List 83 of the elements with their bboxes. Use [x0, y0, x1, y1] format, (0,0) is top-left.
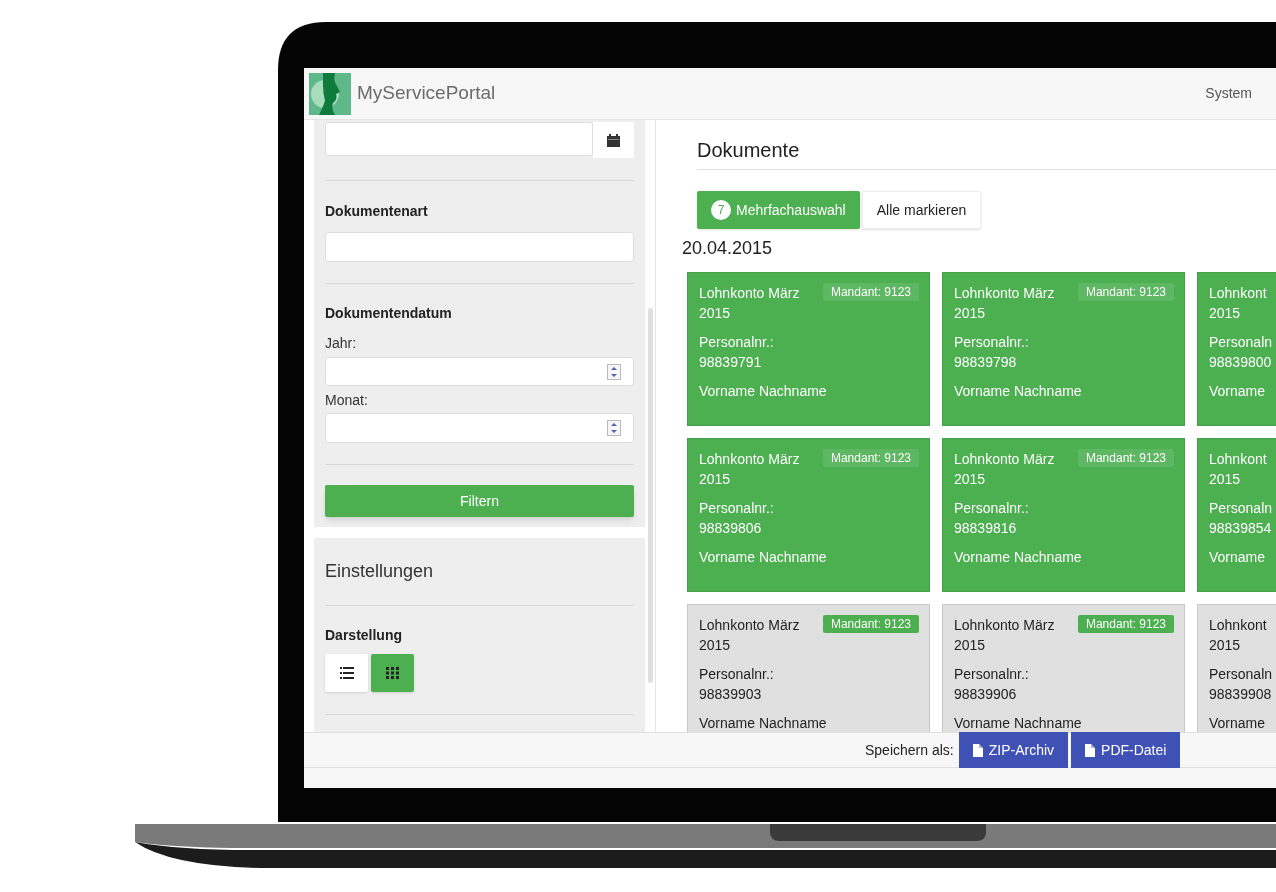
employee-name: Vorname	[1209, 714, 1267, 733]
personnel-number: 98839903	[699, 685, 763, 704]
year-field[interactable]	[325, 356, 634, 387]
field-label: Darstellung	[325, 626, 403, 645]
personnel-label: Personalnr.:	[699, 333, 775, 352]
personnel-number: 98839906	[954, 685, 1018, 704]
grid-view-button[interactable]	[371, 654, 414, 692]
menu-item[interactable]: System	[1205, 83, 1252, 104]
document-title: Lohnkonto März 2015	[699, 450, 801, 489]
page-title: Dokumente	[697, 138, 801, 162]
file-icon	[1085, 743, 1096, 757]
employee-name: Vorname Nachname	[699, 714, 828, 733]
field-label: Dokumentenart	[325, 202, 429, 221]
document-card[interactable]: Lohnkonto März 2015 Mandant: 9123 Personalnr.: 98839791 Vorname Nachname	[687, 272, 930, 426]
month-field[interactable]	[325, 413, 634, 443]
save-button[interactable]: ZIP-Archiv	[958, 732, 1069, 768]
date-heading: 20.04.2015	[682, 237, 774, 260]
document-card[interactable]: Lohnkonto März 2015 Mandant: 9123 Personalnr.: 98839906 Vorname Nachname	[942, 604, 1185, 733]
document-card[interactable]: Lohnkont 2015 Personaln 98839908 Vorname	[1197, 604, 1276, 733]
save-button[interactable]: PDF-Datei	[1071, 732, 1181, 768]
personnel-label: Personalnr.:	[699, 665, 775, 684]
employee-name: Vorname Nachname	[954, 548, 1083, 567]
document-card[interactable]: Lohnkonto März 2015 Mandant: 9123 Personalnr.: 98839816 Vorname Nachname	[942, 438, 1185, 592]
personnel-number: 98839800	[1209, 353, 1273, 372]
document-type-field[interactable]	[325, 232, 634, 262]
client-badge: Mandant: 9123	[822, 615, 919, 633]
logo-icon	[309, 72, 351, 115]
field-label: Dokumentendatum	[325, 303, 453, 323]
client-badge: Mandant: 9123	[822, 449, 919, 467]
personnel-label: Personalnr.:	[954, 665, 1030, 684]
personnel-number: 98839791	[699, 353, 763, 372]
employee-name: Vorname Nachname	[699, 382, 828, 401]
document-title: Lohnkonto März 2015	[699, 284, 801, 323]
document-title: Lohnkonto März 2015	[699, 616, 801, 655]
app-title: MyServicePortal	[357, 81, 496, 106]
personnel-label: Personalnr.:	[699, 499, 775, 518]
client-badge: Mandant: 9123	[1077, 615, 1174, 633]
field-label: Jahr:	[325, 333, 358, 353]
spinner-icon	[607, 363, 621, 380]
personnel-label: Personalnr.:	[954, 333, 1030, 352]
employee-name: Vorname Nachname	[954, 714, 1083, 733]
employee-name: Vorname Nachname	[954, 382, 1083, 401]
date-field[interactable]	[325, 122, 593, 156]
document-card[interactable]: Lohnkonto März 2015 Mandant: 9123 Personalnr.: 98839806 Vorname Nachname	[687, 438, 930, 592]
document-title: Lohnkonto März 2015	[954, 616, 1056, 655]
employee-name: Vorname	[1209, 382, 1267, 401]
document-card[interactable]: Lohnkonto März 2015 Mandant: 9123 Personalnr.: 98839798 Vorname Nachname	[942, 272, 1185, 426]
count-badge: 7	[711, 200, 731, 220]
personnel-label: Personaln	[1209, 665, 1274, 684]
personnel-label: Personaln	[1209, 499, 1274, 518]
document-card[interactable]: Lohnkonto März 2015 Mandant: 9123 Personalnr.: 98839903 Vorname Nachname	[687, 604, 930, 733]
personnel-label: Personaln	[1209, 333, 1274, 352]
save-label: Speichern als:	[865, 740, 954, 760]
section-title: Einstellungen	[325, 560, 435, 583]
client-badge: Mandant: 9123	[822, 283, 919, 301]
calendar-icon	[606, 133, 620, 147]
personnel-number: 98839816	[954, 519, 1018, 538]
multi-select-button[interactable]: 7 Mehrfachauswahl	[697, 191, 860, 229]
file-icon	[972, 743, 983, 757]
document-title: Lohnkonto März 2015	[954, 284, 1056, 323]
personnel-number: 98839908	[1209, 685, 1273, 704]
field-label: Monat:	[325, 391, 369, 411]
document-title: Lohnkont 2015	[1209, 284, 1268, 323]
document-title: Lohnkonto März 2015	[954, 450, 1056, 489]
list-view-button[interactable]	[325, 654, 368, 692]
list-icon	[339, 667, 354, 679]
personnel-label: Personalnr.:	[954, 499, 1030, 518]
employee-name: Vorname Nachname	[699, 548, 828, 567]
calendar-button[interactable]	[592, 122, 634, 158]
document-title: Lohnkont 2015	[1209, 450, 1268, 489]
spinner-icon	[607, 420, 621, 437]
employee-name: Vorname	[1209, 548, 1267, 567]
grid-icon	[386, 667, 399, 679]
filter-button[interactable]: Filtern	[325, 485, 634, 517]
personnel-number: 98839854	[1209, 519, 1273, 538]
personnel-number: 98839798	[954, 353, 1018, 372]
client-badge: Mandant: 9123	[1077, 283, 1174, 301]
mark-all-button[interactable]: Alle markieren	[861, 191, 982, 229]
client-badge: Mandant: 9123	[1077, 449, 1174, 467]
document-card[interactable]: Lohnkont 2015 Personaln 98839854 Vorname	[1197, 438, 1276, 592]
document-card[interactable]: Lohnkont 2015 Personaln 98839800 Vorname	[1197, 272, 1276, 426]
personnel-number: 98839806	[699, 519, 763, 538]
document-title: Lohnkont 2015	[1209, 616, 1268, 655]
